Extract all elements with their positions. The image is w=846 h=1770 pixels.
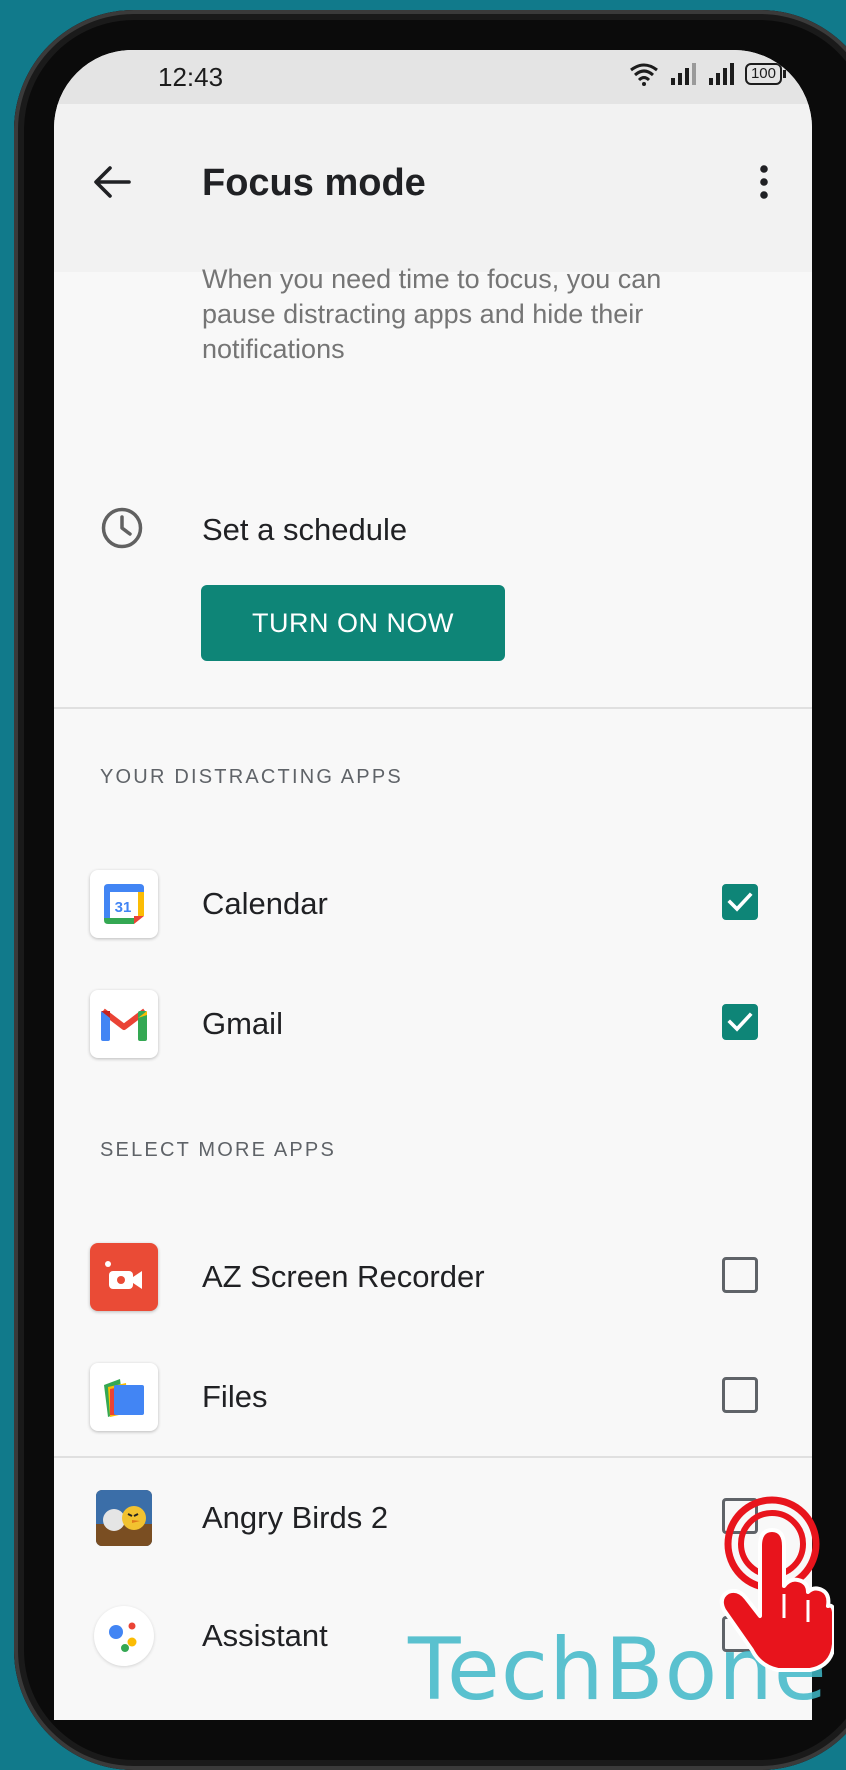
checkmark-icon	[727, 892, 753, 912]
app-row-files[interactable]: Files	[54, 1345, 812, 1449]
checkmark-icon	[727, 1012, 753, 1032]
app-row-angry-birds-2[interactable]: Angry Birds 2	[54, 1466, 812, 1570]
calendar-icon-date: 31	[115, 899, 132, 916]
section-header-distracting: YOUR DISTRACTING APPS	[100, 766, 403, 788]
files-checkbox[interactable]	[722, 1377, 758, 1413]
screen-recorder-app-icon	[90, 1243, 158, 1311]
calendar-app-icon: 31	[90, 870, 158, 938]
back-button[interactable]	[84, 154, 140, 210]
app-label-files: Files	[202, 1379, 268, 1414]
set-schedule-label: Set a schedule	[202, 512, 408, 547]
app-row-gmail[interactable]: Gmail	[54, 972, 812, 1076]
gmail-checkbox[interactable]	[722, 1004, 758, 1040]
more-options-button[interactable]	[736, 154, 792, 210]
clock-icon	[101, 507, 143, 549]
status-bar: 12:43 100	[54, 50, 812, 104]
status-time: 12:43	[158, 62, 224, 92]
angry-birds-app-icon	[96, 1490, 152, 1546]
more-vert-icon	[760, 165, 768, 199]
app-label-calendar: Calendar	[202, 886, 328, 921]
section-divider	[54, 707, 812, 709]
page-title: Focus mode	[202, 162, 426, 204]
app-label-gmail: Gmail	[202, 1006, 283, 1041]
battery-icon: 100	[744, 63, 786, 85]
status-icons: 100	[629, 62, 786, 86]
az-screen-recorder-checkbox[interactable]	[722, 1257, 758, 1293]
app-row-calendar[interactable]: 31 Calendar	[54, 852, 812, 956]
gmail-app-icon	[90, 990, 158, 1058]
tap-hand-icon	[719, 1496, 834, 1672]
focus-mode-description: When you need time to focus, you can pau…	[202, 264, 662, 364]
set-schedule-row[interactable]: Set a schedule	[54, 480, 812, 580]
app-label-angry-birds-2: Angry Birds 2	[202, 1500, 389, 1535]
assistant-app-icon	[94, 1606, 154, 1666]
app-bar: Focus mode	[54, 104, 812, 272]
list-divider	[54, 1456, 812, 1458]
signal-icon	[708, 63, 734, 85]
battery-level: 100	[744, 63, 782, 85]
section-header-more-apps: SELECT MORE APPS	[100, 1139, 337, 1161]
signal-icon	[670, 63, 696, 85]
files-app-icon	[90, 1363, 158, 1431]
calendar-checkbox[interactable]	[722, 884, 758, 920]
app-row-az-screen-recorder[interactable]: AZ Screen Recorder	[54, 1225, 812, 1329]
app-label-assistant: Assistant	[202, 1618, 328, 1653]
turn-on-now-button[interactable]: TURN ON NOW	[201, 585, 505, 661]
app-label-az-screen-recorder: AZ Screen Recorder	[202, 1259, 485, 1294]
arrow-back-icon	[94, 166, 131, 198]
wifi-icon	[630, 63, 658, 86]
phone-screen: 12:43 100 Focus mode When you need time …	[54, 50, 812, 1720]
